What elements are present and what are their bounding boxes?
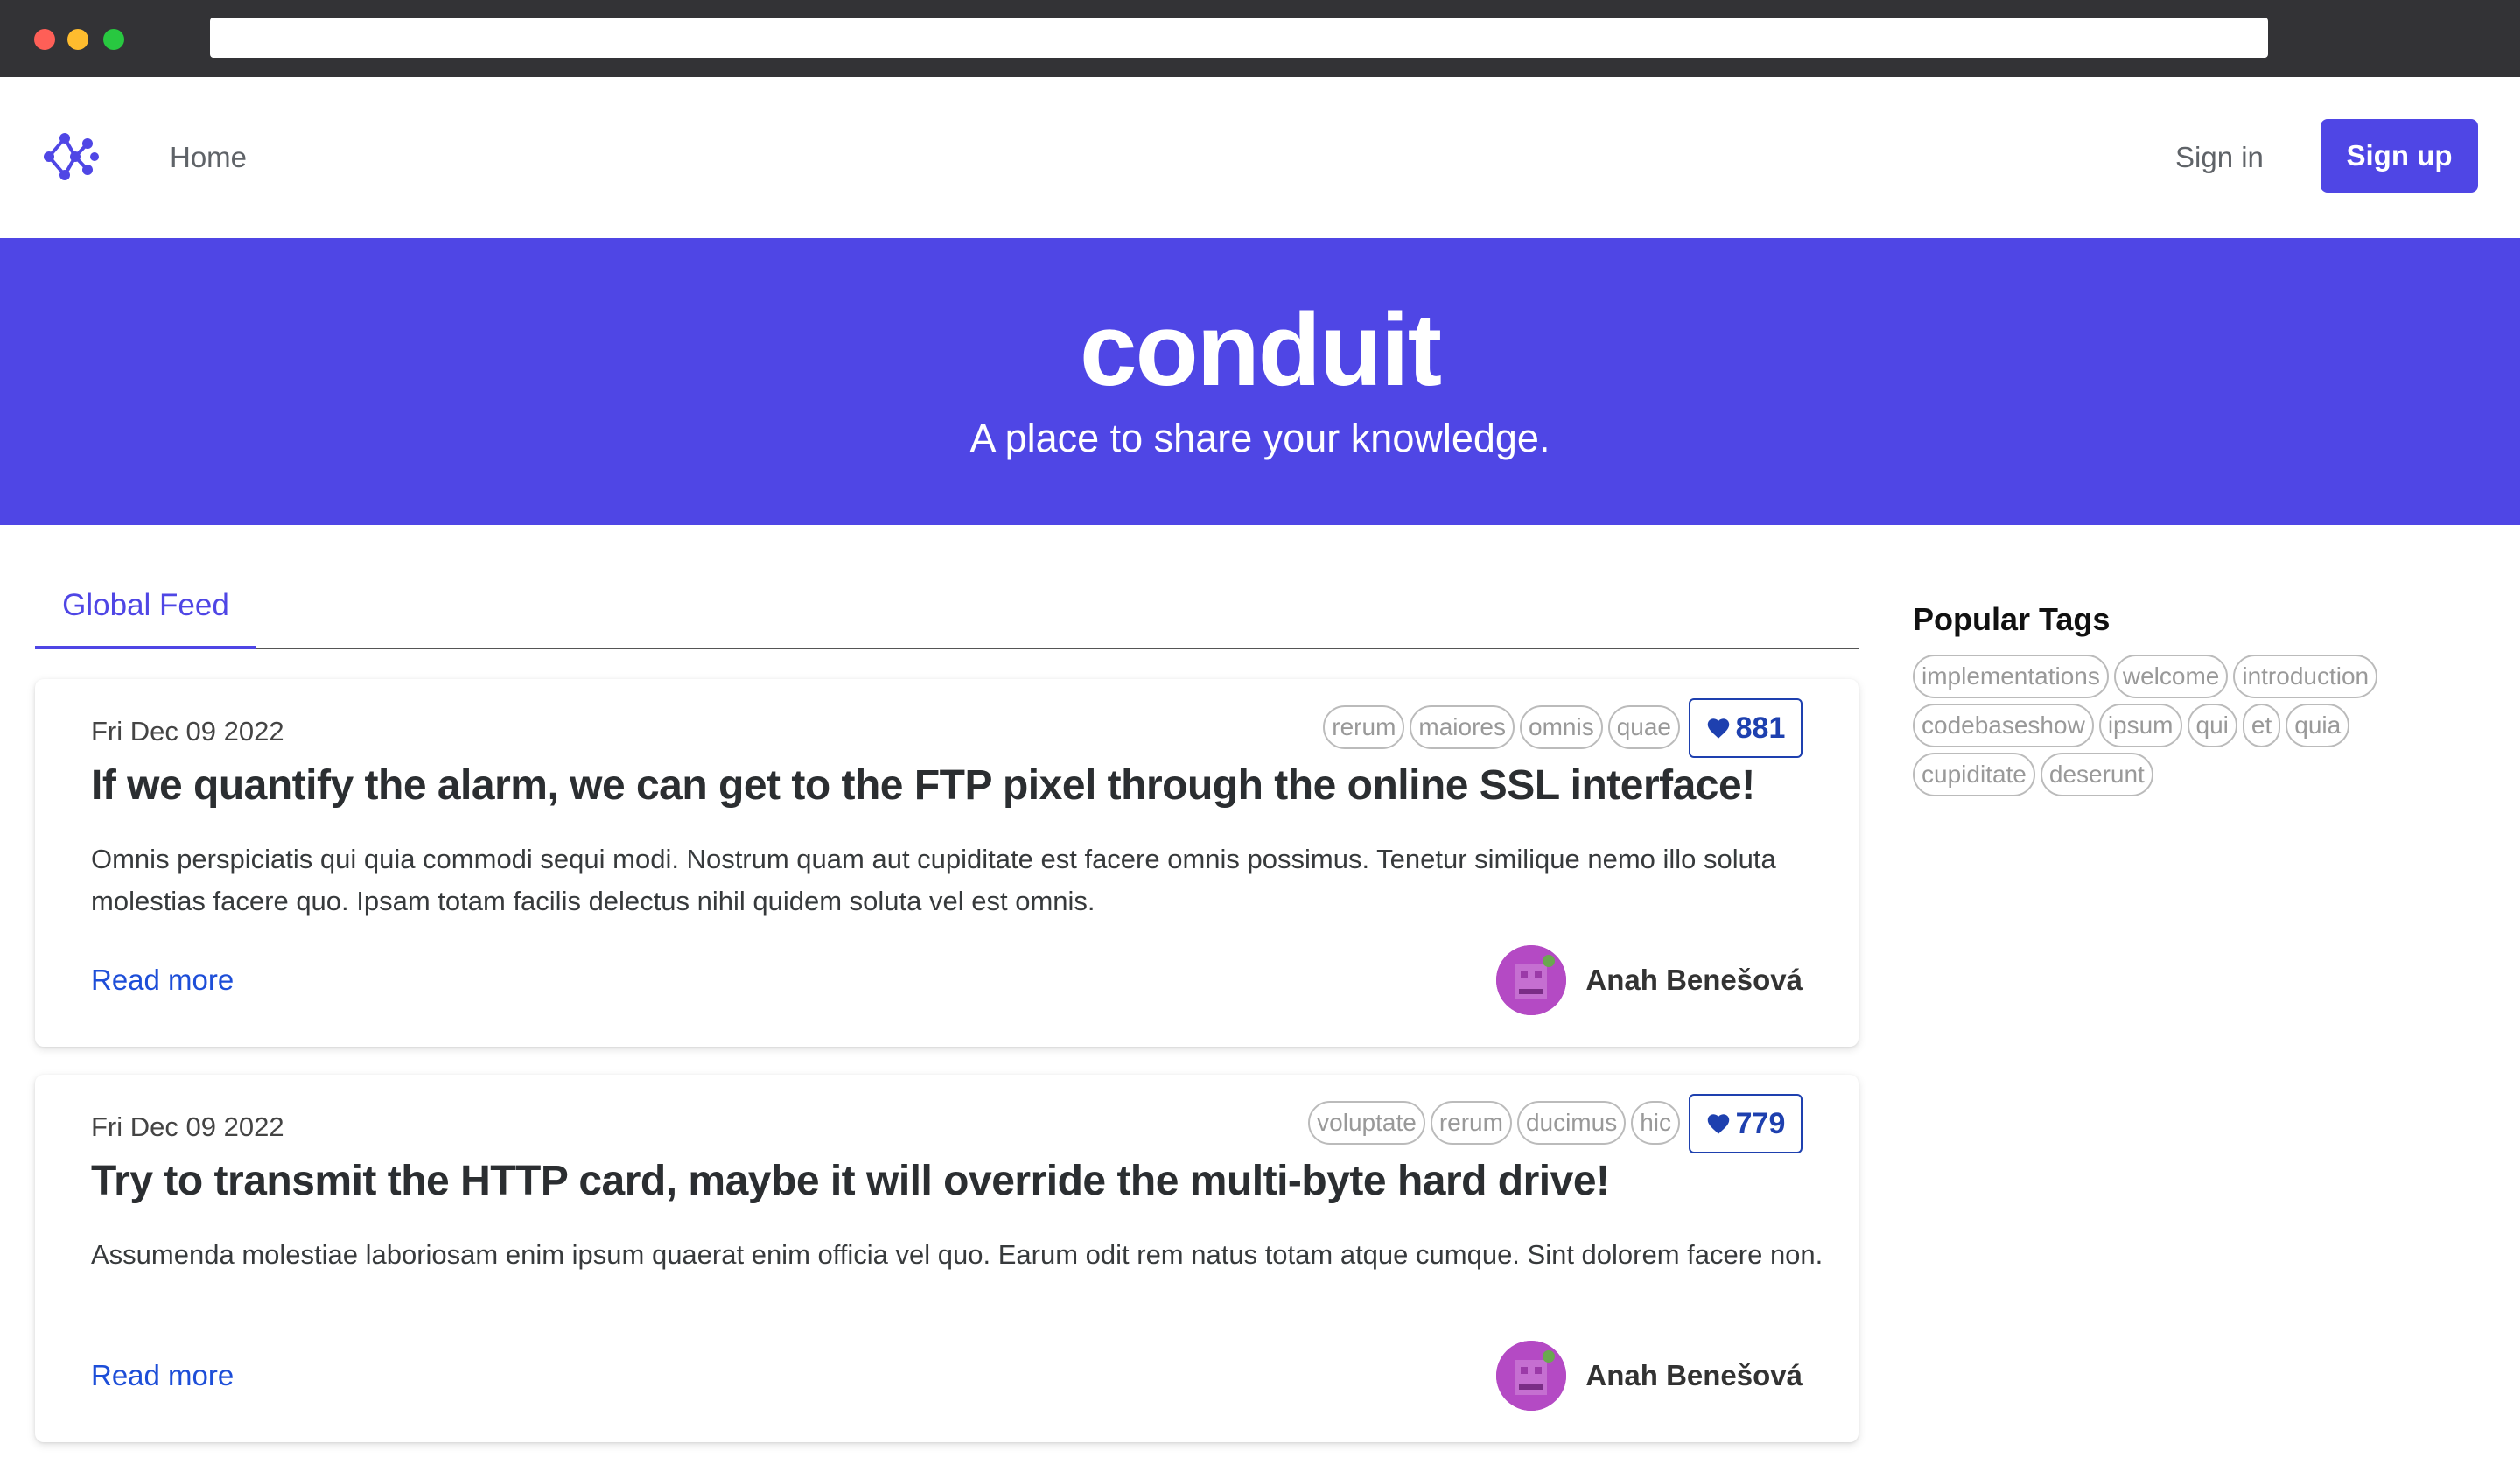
- article-tag[interactable]: omnis: [1520, 705, 1603, 749]
- nav-home-link[interactable]: Home: [170, 140, 247, 175]
- popular-tag[interactable]: deserunt: [2040, 753, 2153, 796]
- article-tag[interactable]: rerum: [1323, 705, 1405, 749]
- browser-chrome: [0, 0, 2520, 77]
- heart-icon: [1707, 1114, 1729, 1134]
- article-tag[interactable]: maiores: [1410, 705, 1515, 749]
- article-description: Omnis perspiciatis qui quia commodi sequ…: [91, 844, 1776, 916]
- author-avatar[interactable]: [1496, 945, 1566, 1015]
- article-tag[interactable]: quae: [1607, 705, 1680, 749]
- popular-tags-sidebar: Popular Tags implementations welcome int…: [1913, 595, 2403, 796]
- hero-banner: conduit A place to share your knowledge.: [0, 238, 2520, 525]
- signup-button[interactable]: Sign up: [2320, 119, 2478, 193]
- favorite-button[interactable]: 779: [1689, 1094, 1802, 1153]
- article-tag-list: voluptate rerum ducimus hic: [1308, 1101, 1680, 1145]
- favorite-count: 881: [1735, 711, 1786, 745]
- popular-tag[interactable]: qui: [2187, 704, 2237, 747]
- banner-subtitle: A place to share your knowledge.: [970, 416, 1550, 460]
- popular-tag[interactable]: et: [2242, 704, 2281, 747]
- popular-tag[interactable]: introduction: [2233, 655, 2378, 698]
- nav-signin-link[interactable]: Sign in: [2175, 140, 2264, 175]
- author-avatar[interactable]: [1496, 1341, 1566, 1411]
- article-tag[interactable]: voluptate: [1308, 1101, 1425, 1145]
- article-tag-list: rerum maiores omnis quae: [1323, 705, 1680, 749]
- tag-cloud: implementations welcome introduction cod…: [1913, 655, 2403, 796]
- read-more-link[interactable]: Read more: [91, 963, 234, 998]
- favorite-button[interactable]: 881: [1689, 698, 1802, 758]
- article-tag[interactable]: ducimus: [1516, 1101, 1627, 1145]
- popular-tag[interactable]: ipsum: [2098, 704, 2182, 747]
- article-preview: Fri Dec 09 2022 rerum maiores omnis quae…: [35, 679, 1858, 1047]
- tab-global-feed[interactable]: Global Feed: [35, 571, 256, 649]
- article-tag[interactable]: hic: [1631, 1101, 1680, 1145]
- avatar-image: [1496, 945, 1566, 1015]
- author-name[interactable]: Anah Benešová: [1586, 963, 1802, 998]
- window-minimize-button[interactable]: [67, 29, 88, 50]
- read-more-link[interactable]: Read more: [91, 1358, 234, 1393]
- window-maximize-button[interactable]: [103, 29, 124, 50]
- address-bar[interactable]: [210, 18, 2268, 58]
- article-preview: Fri Dec 09 2022 voluptate rerum ducimus …: [35, 1075, 1858, 1442]
- conduit-logo-icon[interactable]: [42, 128, 100, 186]
- article-date: Fri Dec 09 2022: [91, 1111, 284, 1142]
- article-title[interactable]: Try to transmit the HTTP card, maybe it …: [91, 1153, 1806, 1209]
- article-date: Fri Dec 09 2022: [91, 716, 284, 747]
- feed-tabs: Global Feed: [35, 571, 1858, 649]
- popular-tag[interactable]: implementations: [1913, 655, 2109, 698]
- avatar-image: [1496, 1341, 1566, 1411]
- author-name[interactable]: Anah Benešová: [1586, 1358, 1802, 1393]
- window-close-button[interactable]: [34, 29, 55, 50]
- article-title[interactable]: If we quantify the alarm, we can get to …: [91, 758, 1806, 814]
- navbar: Home Sign in Sign up: [0, 77, 2520, 238]
- banner-title: conduit: [1079, 292, 1442, 408]
- favorite-count: 779: [1735, 1106, 1786, 1140]
- popular-tag[interactable]: welcome: [2113, 655, 2229, 698]
- popular-tag[interactable]: codebaseshow: [1913, 704, 2094, 747]
- article-tag[interactable]: rerum: [1430, 1101, 1512, 1145]
- popular-tag[interactable]: quia: [2286, 704, 2350, 747]
- article-description: Assumenda molestiae laboriosam enim ipsu…: [91, 1239, 1824, 1270]
- heart-icon: [1707, 718, 1729, 739]
- popular-tag[interactable]: cupiditate: [1913, 753, 2035, 796]
- sidebar-title: Popular Tags: [1913, 601, 2110, 637]
